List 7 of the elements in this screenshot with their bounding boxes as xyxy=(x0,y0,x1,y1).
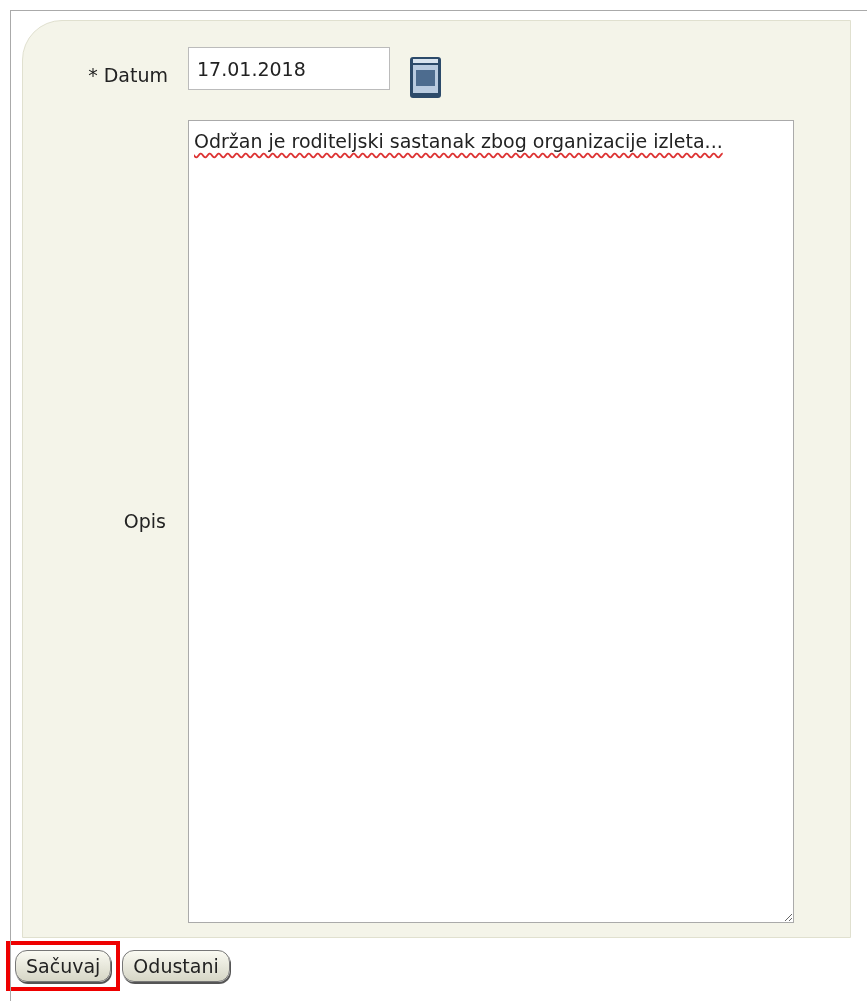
description-field[interactable]: Održan je roditeljski sastanak zbog organizacije izleta... xyxy=(188,120,794,923)
date-label: * Datum xyxy=(88,63,168,88)
calendar-icon[interactable] xyxy=(409,55,442,99)
form-button[interactable]: Sačuvaj xyxy=(15,950,112,982)
form-button[interactable]: Odustani xyxy=(122,950,230,982)
date-field[interactable]: 17.01.2018 xyxy=(188,47,390,90)
description-label: Opis xyxy=(123,509,166,535)
